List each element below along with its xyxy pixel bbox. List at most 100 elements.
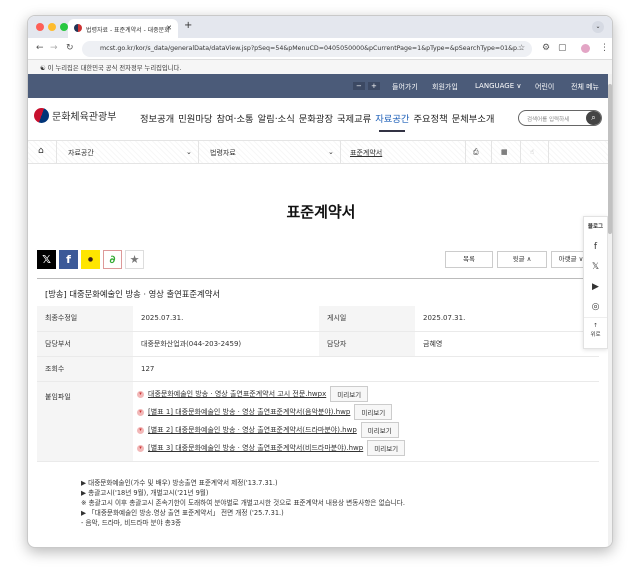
file-item: ▾ [별표 3] 대중문화예술인 방송 · 영상 출연표준계약서(비드라마분야).… [137, 440, 599, 456]
value-cell: 127 [133, 356, 599, 382]
sns-label: 블로그 [587, 224, 604, 230]
kids-link[interactable]: 어린이 [535, 82, 554, 92]
file-link[interactable]: [별표 3] 대중문화예술인 방송 · 영상 출연표준계약서(비드라마분야).h… [148, 443, 363, 453]
document-title: [방송] 대중문화예술인 방송 · 영상 출연표준계약서 [45, 289, 220, 299]
top-label: 위로 [590, 332, 601, 338]
preview-button[interactable]: 미리보기 [360, 422, 399, 438]
breadcrumb-level3[interactable]: 표준계약서 [350, 148, 382, 158]
nav-item[interactable]: 문화광장 [299, 111, 333, 125]
breadcrumb-level2[interactable]: 법령자료 [210, 148, 236, 158]
next-post-button[interactable]: 윗글 ∧ [497, 251, 547, 268]
nav-item[interactable]: 정보공개 [140, 111, 174, 125]
qr-code-icon[interactable]: ▦ [501, 148, 508, 156]
document-notes: ▶ 대중문화예술인(가수 및 배우) 방송출연 표준계약서 제정('13.7.3… [81, 478, 405, 528]
reload-icon[interactable]: ↻ [66, 43, 74, 53]
link-copy-icon[interactable]: ∂ [103, 250, 122, 269]
login-link[interactable]: 들어가기 [392, 82, 418, 92]
value-cell: 2025.07.31. [133, 306, 319, 332]
share-bar: 𝕏 f ● ∂ ★ [37, 250, 144, 269]
join-link[interactable]: 회원가입 [432, 82, 458, 92]
file-download-icon: ▾ [137, 390, 144, 398]
menu-kebab-icon[interactable]: ⋮ [600, 43, 609, 53]
new-tab-button[interactable]: + [184, 20, 192, 31]
nav-item[interactable]: 참여·소통 [216, 111, 253, 125]
back-icon[interactable]: ← [36, 43, 44, 53]
url-text: mcst.go.kr/kor/s_data/generalData/dataVi… [100, 45, 524, 52]
top-utility-bar: − + 들어가기 회원가입 LANGUAGE ∨ 어린이 전체 메뉴 [28, 74, 612, 98]
note-line: - 음악, 드라마, 비드라마 분야 총3종 [81, 519, 182, 527]
value-cell: 2025.07.31. [415, 306, 599, 332]
tab-list-button[interactable]: ⌄ [592, 21, 604, 33]
home-icon[interactable]: ⌂ [38, 146, 44, 156]
preview-button[interactable]: 미리보기 [354, 404, 393, 420]
divider [37, 278, 599, 279]
instagram-icon[interactable]: ◎ [584, 297, 607, 317]
maximize-window-button[interactable] [60, 23, 68, 31]
site-header: 문화체육관광부 정보공개 민원마당 참여·소통 알림·소식 문화광장 국제교류 … [28, 98, 612, 140]
document-info-table: 최종수정일 2025.07.31. 게시일 2025.07.31. 담당부서 대… [37, 306, 599, 462]
language-dropdown[interactable]: LANGUAGE ∨ [475, 82, 522, 90]
preview-button[interactable]: 미리보기 [330, 386, 369, 402]
scrollbar-thumb[interactable] [608, 84, 612, 234]
zoom-in-button[interactable]: + [368, 82, 380, 90]
list-button[interactable]: 목록 [445, 251, 493, 268]
like-icon[interactable]: ☝ [530, 148, 534, 156]
youtube-icon[interactable]: ▶ [584, 277, 607, 297]
search-input[interactable]: 검색어를 입력하세 ⌕ [518, 110, 602, 126]
nav-item[interactable]: 국제교류 [337, 111, 371, 125]
note-line: ▶ 총괄고시('18년 9월), 개별고시('21년 9월) [81, 489, 209, 497]
file-item: ▾ 대중문화예술인 방송 · 영상 출연표준계약서 고시 전문.hwpx 미리보기 [137, 386, 599, 402]
all-menu-button[interactable]: 전체 메뉴 [571, 82, 599, 92]
forward-icon[interactable]: → [50, 43, 58, 53]
zoom-out-button[interactable]: − [353, 82, 365, 90]
bookmark-star-icon[interactable]: ☆ [518, 43, 525, 52]
search-icon[interactable]: ⌕ [586, 111, 601, 125]
file-link[interactable]: [별표 2] 대중문화예술인 방송 · 영상 출연표준계약서(드라마분야).hw… [148, 425, 357, 435]
facebook-share-icon[interactable]: f [59, 250, 78, 269]
nav-item[interactable]: 알림·소식 [258, 111, 295, 125]
breadcrumb-level1[interactable]: 자료공간 [68, 148, 94, 158]
tab-title: 법령자료 - 표준계약서 - 대중문화 [86, 27, 170, 34]
chevron-down-icon[interactable]: ⌄ [328, 148, 334, 156]
url-input[interactable]: mcst.go.kr/kor/s_data/generalData/dataVi… [82, 41, 532, 57]
x-share-icon[interactable]: 𝕏 [37, 250, 56, 269]
scrollbar[interactable] [608, 74, 612, 547]
address-bar-row: ← → ↻ mcst.go.kr/kor/s_data/generalData/… [28, 38, 612, 60]
label-cell: 조회수 [37, 356, 133, 382]
browser-tab[interactable]: 법령자료 - 표준계약서 - 대중문화 ✕ [68, 19, 178, 38]
kakaotalk-share-icon[interactable]: ● [81, 250, 100, 269]
main-nav: 정보공개 민원마당 참여·소통 알림·소식 문화광장 국제교류 자료공간 주요정… [140, 111, 495, 132]
ministry-logo[interactable]: 문화체육관광부 [34, 108, 116, 123]
profile-avatar[interactable] [581, 44, 590, 53]
label-cell: 게시일 [319, 306, 415, 332]
file-link[interactable]: [별표 1] 대중문화예술인 방송 · 영상 출연표준계약서(음악분야).hwp [148, 407, 350, 417]
print-icon[interactable]: ⎙ [473, 148, 479, 157]
favorite-star-icon[interactable]: ★ [125, 250, 144, 269]
nav-item[interactable]: 주요정책 [413, 111, 447, 125]
page-title: 표준계약서 [286, 203, 356, 221]
value-cell: 대중문화산업과(044-203-2459) [133, 331, 319, 357]
label-cell: 담당자 [319, 331, 415, 357]
gov-notice-bar: ☯ 이 누리집은 대한민국 공식 전자정부 누리집입니다. [28, 60, 612, 74]
file-link[interactable]: 대중문화예술인 방송 · 영상 출연표준계약서 고시 전문.hwpx [148, 389, 326, 399]
close-window-button[interactable] [36, 23, 44, 31]
table-row: 담당부서 대중문화산업과(044-203-2459) 담당자 금혜영 [37, 331, 599, 357]
nav-item[interactable]: 민원마당 [178, 111, 212, 125]
nav-item-active[interactable]: 자료공간 [375, 111, 409, 132]
facebook-icon[interactable]: f [584, 237, 607, 257]
scroll-top-button[interactable]: ↑ 위로 [584, 317, 607, 347]
notice-text: 이 누리집은 대한민국 공식 전자정부 누리집입니다. [47, 65, 182, 72]
close-tab-icon[interactable]: ✕ [166, 24, 172, 32]
puzzle-icon[interactable]: ▢ [558, 43, 567, 53]
x-icon[interactable]: 𝕏 [584, 257, 607, 277]
value-cell: 금혜영 [415, 331, 599, 357]
chevron-down-icon[interactable]: ⌄ [186, 148, 192, 156]
file-download-icon: ▾ [137, 426, 144, 434]
label-cell: 최종수정일 [37, 306, 133, 332]
note-line: ▶ 대중문화예술인(가수 및 배우) 방송출연 표준계약서 제정('13.7.3… [81, 479, 278, 487]
nav-item[interactable]: 문체부소개 [452, 111, 495, 125]
minimize-window-button[interactable] [48, 23, 56, 31]
preview-button[interactable]: 미리보기 [367, 440, 406, 456]
floating-sns-bar: 블로그 f 𝕏 ▶ ◎ ↑ 위로 [583, 216, 608, 349]
extension-icon[interactable]: ⚙ [542, 43, 550, 53]
